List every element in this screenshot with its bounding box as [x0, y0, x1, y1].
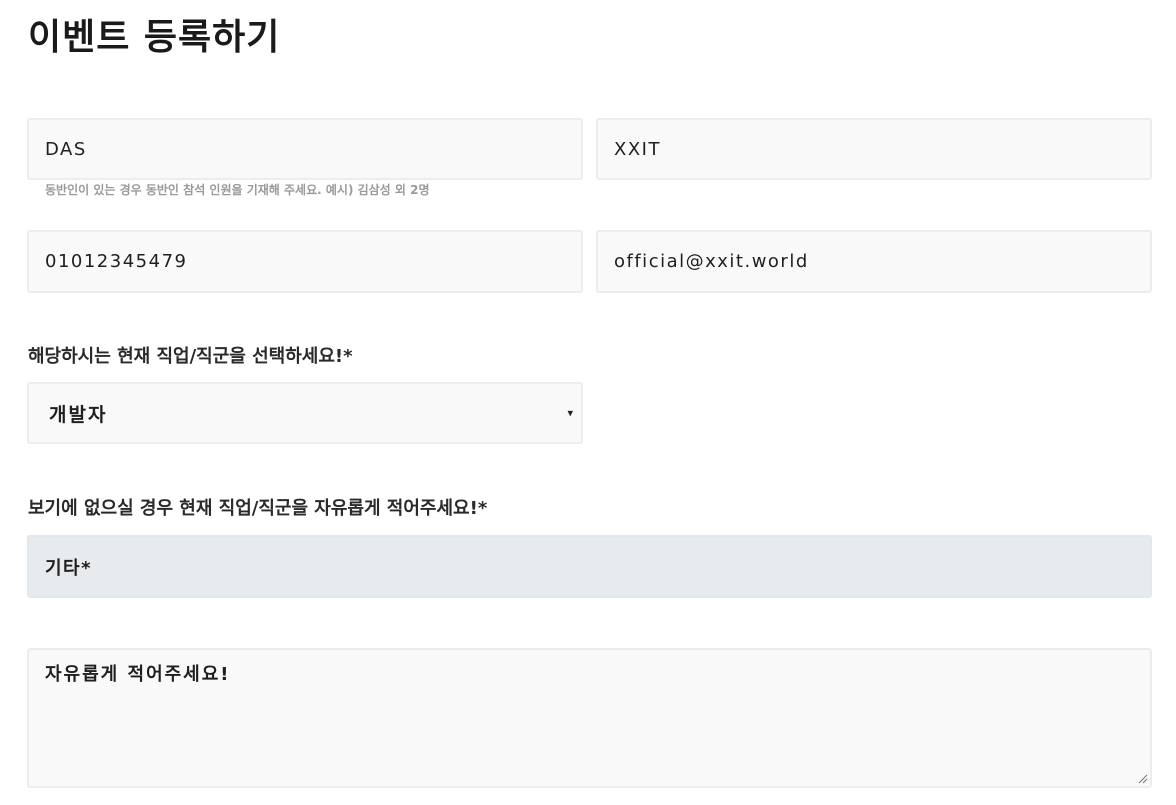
- job-other-input[interactable]: 기타*: [27, 535, 1152, 598]
- resize-grip-icon[interactable]: [1138, 774, 1148, 784]
- page-title: 이벤트 등록하기: [28, 17, 281, 58]
- job-select-value: 개발자: [49, 403, 108, 426]
- email-input[interactable]: official@xxit.world: [596, 230, 1152, 293]
- free-text-textarea[interactable]: 자유롭게 적어주세요!: [27, 648, 1152, 788]
- first-name-input[interactable]: DAS: [27, 118, 583, 180]
- chevron-down-icon: ▾: [567, 406, 573, 420]
- job-select-label: 해당하시는 현재 직업/직군을 선택하세요!*: [28, 346, 353, 367]
- phone-input[interactable]: 01012345479: [27, 230, 583, 293]
- last-name-input[interactable]: XXIT: [596, 118, 1152, 180]
- free-text-placeholder: 자유롭게 적어주세요!: [45, 664, 231, 685]
- job-select[interactable]: 개발자 ▾: [27, 382, 583, 444]
- event-registration-page: 이벤트 등록하기 DAS XXIT 동반인이 있는 경우 동반인 참석 인원을 …: [0, 0, 1176, 805]
- companion-hint: 동반인이 있는 경우 동반인 참석 인원을 기재해 주세요. 예시) 김삼성 외…: [45, 183, 430, 197]
- job-other-label: 보기에 없으실 경우 현재 직업/직군을 자유롭게 적어주세요!*: [28, 498, 488, 519]
